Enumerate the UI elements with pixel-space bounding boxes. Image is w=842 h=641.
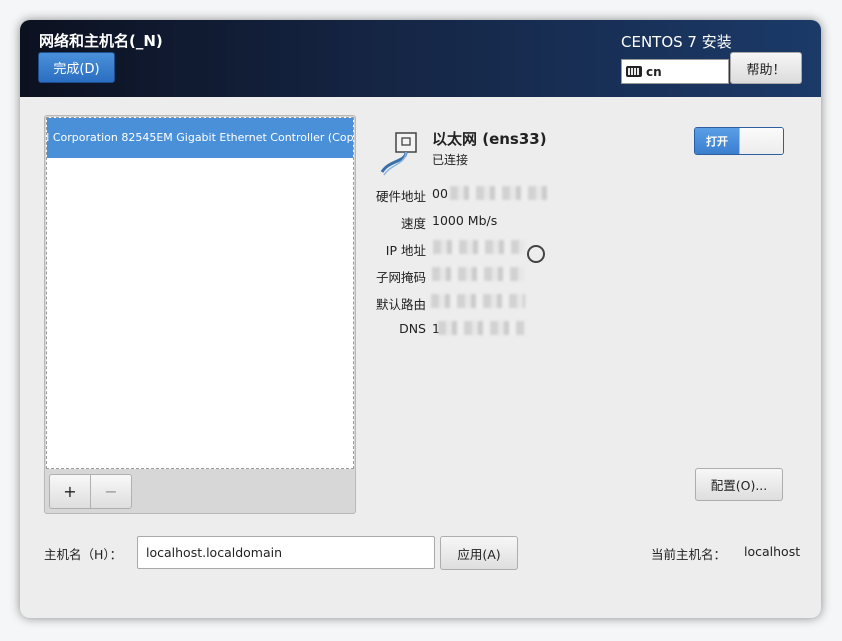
refresh-icon <box>527 245 545 263</box>
default-route-label: 默认路由 <box>375 297 426 312</box>
ethernet-icon <box>380 132 417 176</box>
connection-status: 已连接 <box>432 153 469 167</box>
header-bar: 网络和主机名(_N) 完成(D) CENTOS 7 安装 cn 帮助！ <box>20 20 821 97</box>
remove-device-button[interactable]: − <box>90 474 132 509</box>
keyboard-layout-indicator[interactable]: cn <box>621 59 729 84</box>
subnet-mask-label: 子网掩码 <box>375 270 426 285</box>
current-hostname-value: localhost <box>744 544 801 559</box>
device-list-panel: Intel Corporation 82545EM Gigabit Ethern… <box>44 115 356 514</box>
redacted-dns <box>438 321 525 335</box>
device-list: Intel Corporation 82545EM Gigabit Ethern… <box>46 117 354 469</box>
done-button[interactable]: 完成(D) <box>38 52 115 83</box>
device-list-item[interactable]: Intel Corporation 82545EM Gigabit Ethern… <box>47 118 353 158</box>
redacted-hardware-address <box>450 186 548 200</box>
interface-name: 以太网 (ens33) <box>432 130 547 148</box>
redacted-default-route <box>431 294 525 308</box>
dns-label: DNS <box>399 321 426 336</box>
help-button[interactable]: 帮助！ <box>730 52 802 84</box>
redacted-subnet-mask <box>432 267 524 281</box>
toggle-knob <box>739 128 783 154</box>
network-hostname-window: 网络和主机名(_N) 完成(D) CENTOS 7 安装 cn 帮助！ Inte… <box>20 20 821 618</box>
add-device-button[interactable]: + <box>49 474 91 509</box>
speed-label: 速度 <box>400 216 426 231</box>
spoke-title: 网络和主机名(_N) <box>39 32 163 50</box>
installer-title: CENTOS 7 安装 <box>621 33 732 51</box>
redacted-ip-address <box>433 240 525 254</box>
hostname-label: 主机名（H）： <box>44 547 123 562</box>
apply-button[interactable]: 应用(A) <box>440 536 518 570</box>
toggle-on-label: 打开 <box>695 128 739 154</box>
hardware-address-label: 硬件地址 <box>375 189 426 204</box>
hardware-address-value: 00 <box>432 186 448 201</box>
keyboard-layout-label: cn <box>646 64 662 79</box>
configure-button[interactable]: 配置(O)... <box>695 468 783 501</box>
speed-value: 1000 Mb/s <box>432 213 498 228</box>
interface-toggle[interactable]: 打开 <box>694 127 784 155</box>
current-hostname-label: 当前主机名： <box>651 547 727 562</box>
hostname-input[interactable] <box>137 536 435 569</box>
ip-address-label: IP 地址 <box>385 243 426 258</box>
keyboard-icon <box>626 66 642 77</box>
